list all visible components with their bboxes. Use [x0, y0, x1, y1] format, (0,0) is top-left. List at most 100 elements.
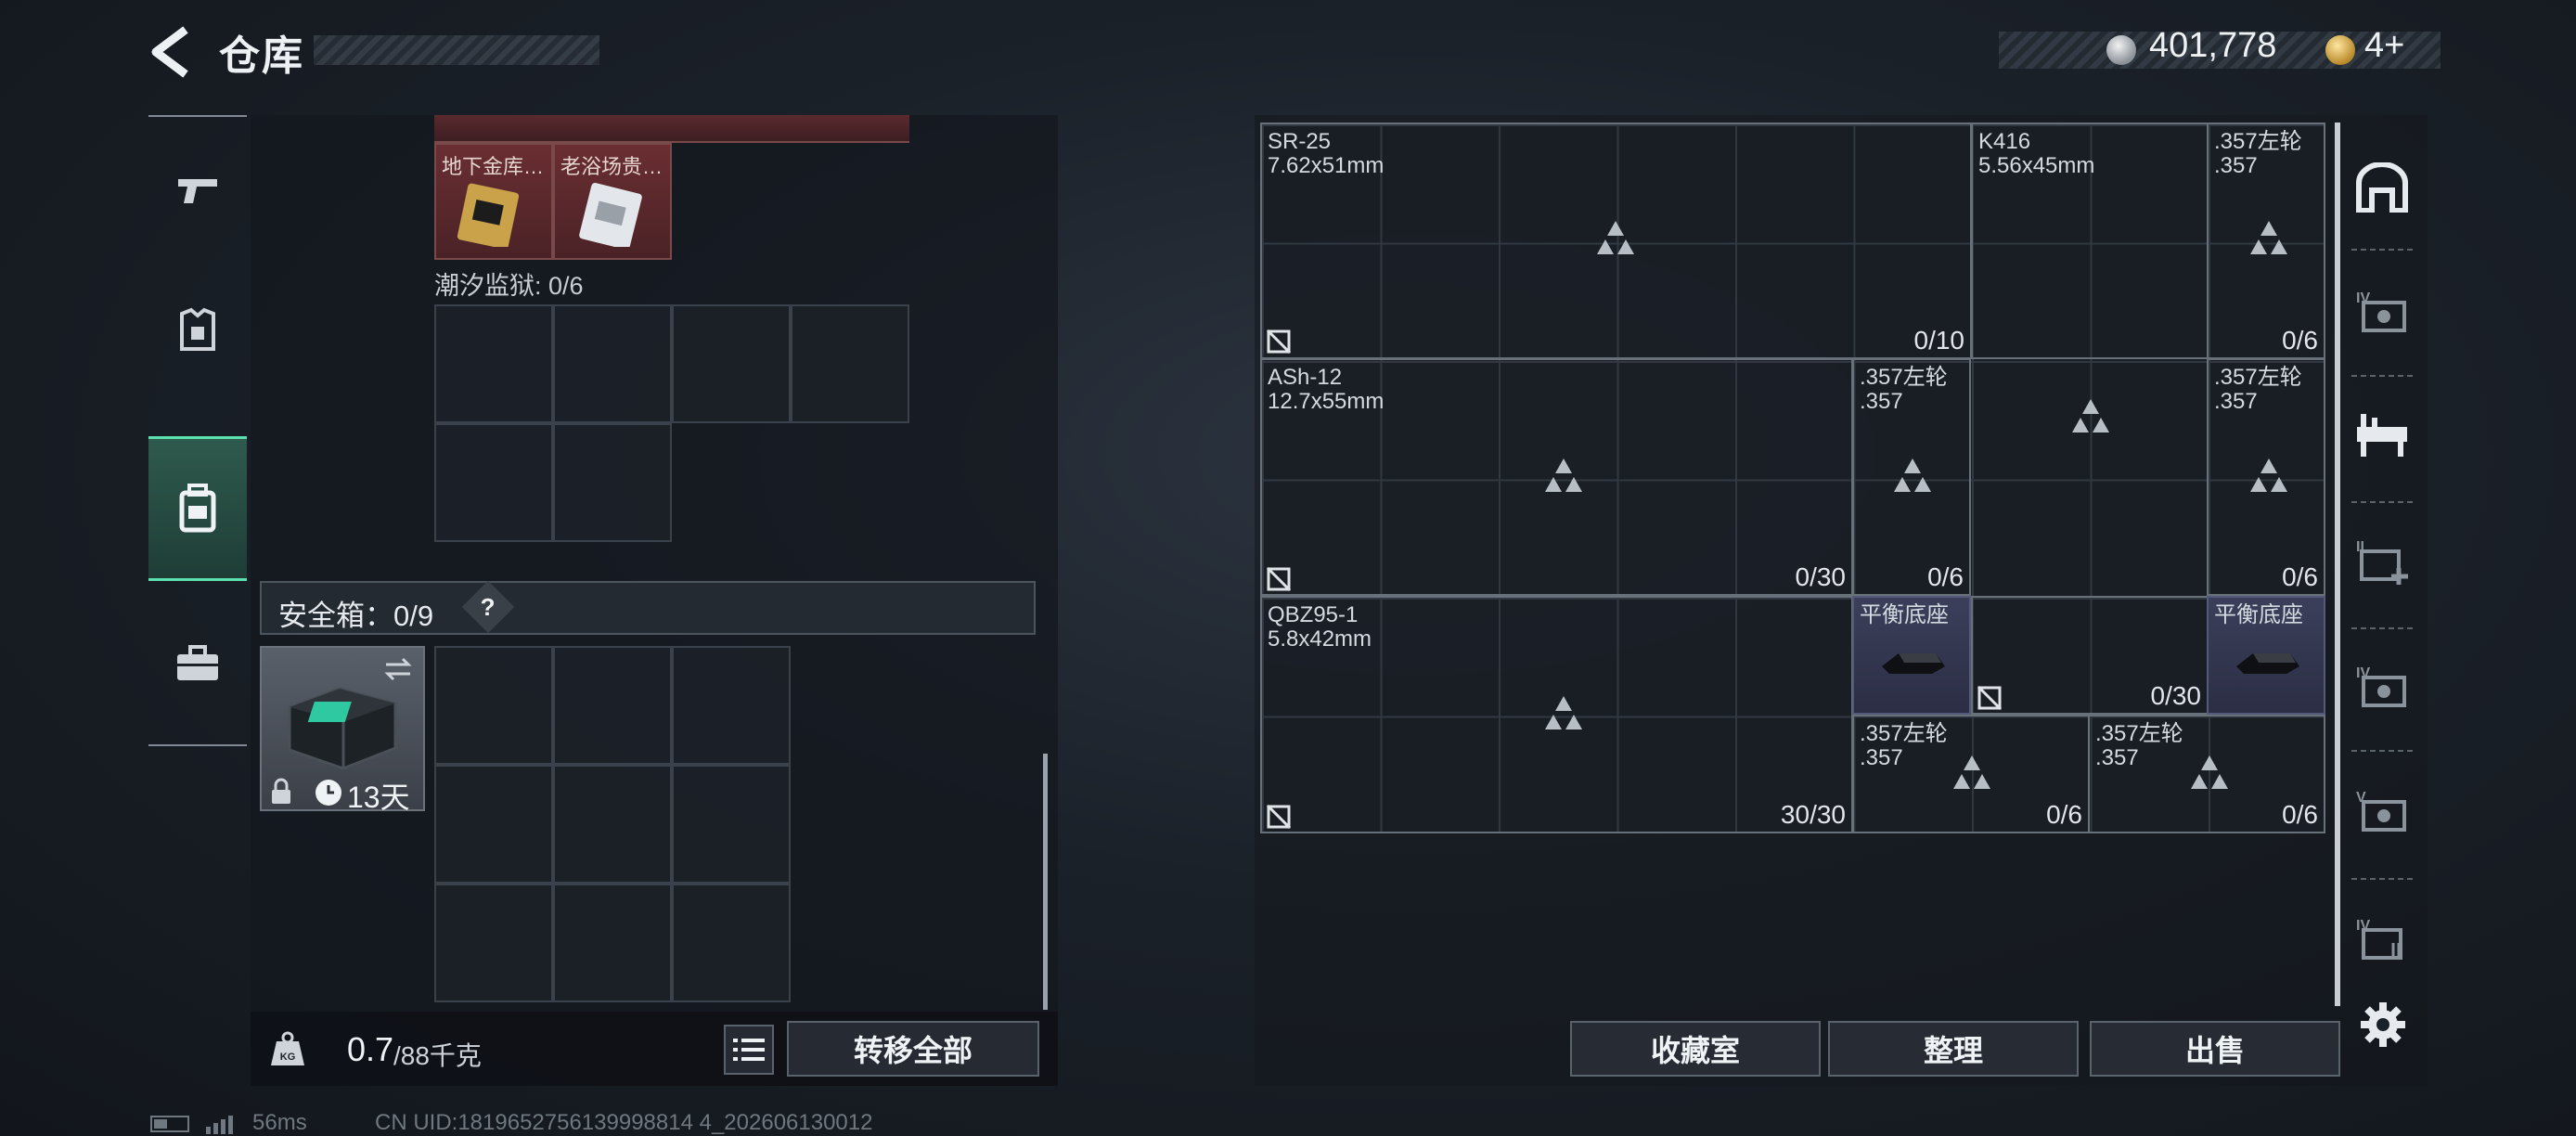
nav-weapons[interactable] [148, 121, 247, 260]
inventory-slot[interactable] [553, 765, 672, 884]
item-underground-vault-card[interactable]: 地下金库… [434, 143, 553, 260]
weapon-caliber: .357 [1860, 389, 1903, 414]
nav-iv-case-2[interactable]: IV [2348, 657, 2416, 716]
silver-coin-icon [2106, 35, 2136, 65]
mount-icon [1882, 653, 1945, 674]
inventory-slot[interactable] [672, 646, 791, 765]
vault-icon [2356, 162, 2408, 213]
inventory-slot[interactable] [672, 304, 791, 423]
inventory-bottom-bar: KG 0.7 /88千克 转移全部 [251, 1012, 1058, 1086]
inventory-slot[interactable] [434, 765, 553, 884]
page-title: 仓库 [219, 33, 304, 79]
back-arrow-icon[interactable] [148, 26, 195, 78]
inventory-slot[interactable] [672, 765, 791, 884]
slot-count: 0/10 [1913, 326, 1965, 355]
nav-case[interactable] [148, 594, 247, 733]
clock-icon [316, 780, 341, 806]
nav-divider [2351, 627, 2413, 629]
swap-icon[interactable] [382, 655, 414, 683]
item-label: 地下金库… [442, 155, 545, 178]
nav-iv-bag[interactable]: IV [2348, 910, 2416, 969]
weapon-caliber: 5.56x45mm [1978, 153, 2095, 178]
list-view-button[interactable] [724, 1025, 774, 1075]
item-label: 平衡底座 [1860, 602, 1949, 627]
inventory-slot[interactable] [434, 884, 553, 1002]
organize-button[interactable]: 整理 [1828, 1021, 2079, 1077]
weapon-name: K416 [1978, 129, 2031, 154]
balance-mount-item[interactable]: 平衡底座 [2207, 596, 2325, 715]
inventory-slot[interactable] [553, 884, 672, 1002]
slot-label: SR-25 7.62x51mm [1268, 130, 1384, 178]
help-icon[interactable]: ? [461, 580, 515, 634]
nav-iv-case[interactable]: IV [2348, 282, 2416, 342]
inventory-slot[interactable] [672, 884, 791, 1002]
weight-max: /88千克 [393, 1041, 482, 1070]
list-icon [733, 1039, 765, 1061]
item-old-bathhouse-card[interactable]: 老浴场贵… [553, 143, 672, 260]
iv-case-icon: IV [2356, 290, 2406, 332]
inventory-slot[interactable] [434, 423, 553, 542]
empty-slot-icon [2191, 755, 2228, 789]
weapon-caliber: 7.62x51mm [1268, 153, 1385, 178]
safe-box-item[interactable]: 13天 [260, 646, 425, 814]
inventory-slot[interactable] [553, 304, 672, 423]
gold-amount[interactable]: 4+ [2364, 26, 2404, 66]
inventory-slot[interactable] [791, 304, 909, 423]
collection-room-button[interactable]: 收藏室 [1570, 1021, 1821, 1077]
nav-medkit[interactable]: II [2348, 531, 2416, 590]
nav-vault[interactable] [2348, 158, 2416, 217]
nav-divider [2351, 750, 2413, 752]
nav-divider [2351, 375, 2413, 377]
svg-text:KG: KG [280, 1052, 296, 1063]
slot-label: .357左轮 .357 [2095, 722, 2183, 770]
armor-icon [180, 307, 215, 351]
weight-icon: KG [271, 1031, 304, 1065]
slot-label: .357左轮 .357 [1860, 722, 1948, 770]
transfer-all-button[interactable]: 转移全部 [787, 1021, 1039, 1077]
slot-count: 0/6 [2282, 800, 2318, 829]
empty-slot-icon [1894, 458, 1931, 492]
weapon-caliber: .357 [2214, 153, 2258, 178]
ping-readout: 56ms [252, 1110, 307, 1135]
nav-v-case[interactable]: V [2348, 781, 2416, 841]
weapon-caliber: 5.8x42mm [1268, 626, 1372, 652]
weight-current: 0.7 [347, 1030, 394, 1068]
nav-armor[interactable] [148, 260, 247, 399]
help-glyph: ? [481, 592, 496, 621]
tidal-prison-count: 0/6 [548, 272, 584, 300]
slot-count: 0/6 [1927, 562, 1964, 591]
nav-workbench[interactable] [2348, 405, 2416, 464]
nav-backpack[interactable] [148, 436, 247, 581]
slot-mount[interactable]: 0/30 [1971, 596, 2209, 715]
inventory-scrollbar[interactable] [1043, 754, 1048, 1010]
partial-item-row [434, 115, 909, 143]
slot-label: ASh-12 12.7x55mm [1268, 366, 1384, 414]
balance-mount-item[interactable]: 平衡底座 [1852, 596, 1971, 715]
mount-icon [2236, 653, 2299, 674]
safe-box-name: 安全箱 [278, 600, 365, 632]
empty-slot-icon [2250, 458, 2287, 492]
slot-count: 0/6 [2046, 800, 2082, 829]
slot-k416[interactable]: K416 5.56x45mm [1971, 123, 2209, 359]
item-label: 老浴场贵… [560, 155, 663, 178]
workbench-icon [2357, 414, 2407, 457]
settings-gear-icon[interactable] [2359, 1000, 2407, 1049]
slot-label: QBZ95-1 5.8x42mm [1268, 603, 1372, 652]
briefcase-icon [177, 645, 218, 680]
weapon-name: .357左轮 [1860, 721, 1948, 746]
empty-slot-icon [1953, 755, 1990, 789]
nav-divider [2351, 249, 2413, 251]
sell-button[interactable]: 出售 [2090, 1021, 2340, 1077]
inventory-slot[interactable] [434, 646, 553, 765]
safe-box-case-icon [288, 687, 397, 770]
weapon-name: .357左轮 [1860, 365, 1948, 390]
inventory-slot[interactable] [434, 304, 553, 423]
inventory-slot[interactable] [553, 646, 672, 765]
slot-count: 0/30 [2150, 681, 2202, 710]
weapon-name: .357左轮 [2214, 129, 2302, 154]
weapon-name: QBZ95-1 [1268, 602, 1359, 627]
stash-scrollbar[interactable] [2335, 123, 2340, 1006]
left-nav [148, 115, 247, 746]
inventory-slot[interactable] [553, 423, 672, 542]
ii-medkit-icon: II [2356, 539, 2408, 585]
